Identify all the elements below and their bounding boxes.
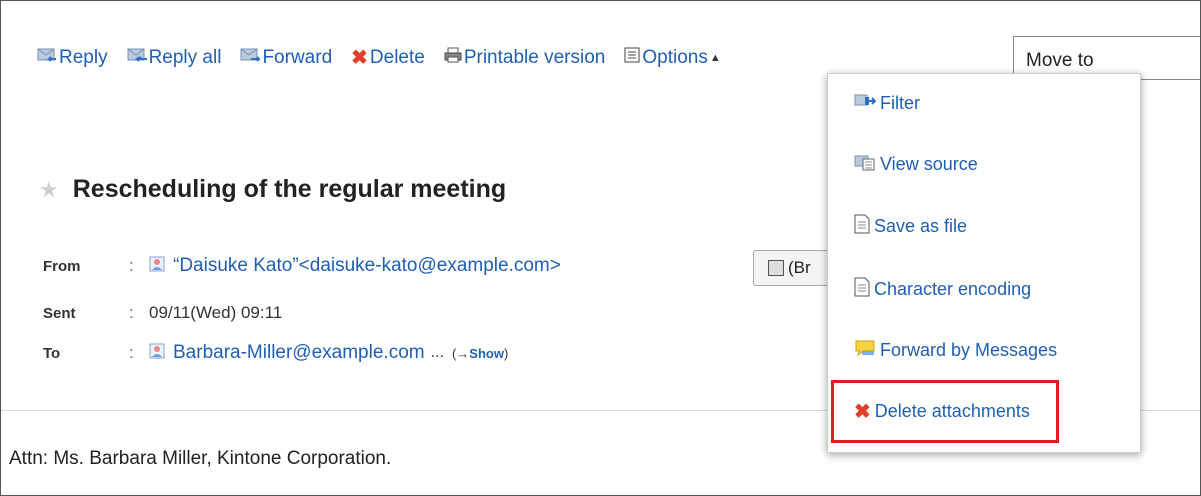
printer-icon — [444, 47, 462, 69]
sent-label: Sent — [43, 304, 76, 322]
menu-item-filter-label: Filter — [880, 93, 920, 113]
reply-button[interactable]: Reply — [37, 47, 108, 69]
show-suffix: ) — [503, 345, 509, 361]
menu-item-save-as-file[interactable]: Save as file — [854, 214, 967, 239]
delete-attachments-highlight-box — [831, 380, 1059, 443]
to-more-ellipsis: ... — [430, 344, 444, 361]
sent-row: Sent : 09/11(Wed) 09:11 — [43, 303, 282, 323]
menu-item-forward-by-messages[interactable]: Forward by Messages — [854, 339, 1057, 362]
forward-icon — [240, 47, 262, 69]
menu-item-character-encoding[interactable]: Character encoding — [854, 277, 1031, 302]
reply-all-icon — [127, 47, 147, 69]
caret-up-icon: ▲ — [709, 52, 721, 64]
speech-bubble-icon — [854, 339, 876, 362]
menu-item-view-source[interactable]: View source — [854, 153, 978, 176]
to-address-link[interactable]: Barbara-Miller@example.com — [173, 342, 425, 364]
calendar-icon — [768, 260, 784, 276]
menu-item-filter[interactable]: Filter — [854, 92, 920, 115]
sent-value: 09/11(Wed) 09:11 — [149, 303, 283, 322]
printable-version-label: Printable version — [463, 47, 606, 68]
sent-separator: : — [129, 303, 134, 322]
add-contact-icon[interactable] — [149, 343, 173, 364]
menu-item-forward-by-messages-label: Forward by Messages — [880, 340, 1058, 360]
from-label: From — [43, 257, 81, 275]
delete-label: Delete — [369, 47, 425, 68]
reply-all-label: Reply all — [148, 47, 222, 68]
browse-label: (Br — [788, 258, 811, 277]
options-label: Options — [642, 47, 708, 68]
message-subject: ★ Rescheduling of the regular meeting — [39, 175, 506, 204]
show-recipients-link[interactable]: (→Show) — [452, 346, 508, 361]
options-button[interactable]: Options ▲ — [624, 47, 721, 69]
to-row: To : Barbara-Miller@example.com ... (→Sh… — [43, 342, 508, 364]
filter-icon — [854, 92, 877, 115]
forward-button[interactable]: Forward — [240, 47, 332, 69]
menu-item-save-as-file-label: Save as file — [874, 216, 968, 236]
move-to-value: Move to — [1026, 50, 1094, 71]
to-label: To — [43, 344, 61, 362]
reply-all-button[interactable]: Reply all — [127, 47, 222, 69]
delete-button[interactable]: ✖ Delete — [351, 47, 425, 69]
from-address-link[interactable]: “Daisuke Kato”<daisuke-kato@example.com> — [173, 255, 561, 277]
show-prefix: (→ — [451, 345, 470, 361]
add-contact-icon[interactable] — [149, 256, 173, 277]
view-source-icon — [854, 153, 876, 176]
reply-icon — [37, 47, 57, 69]
forward-label: Forward — [262, 47, 333, 68]
mail-view-window: Reply Reply all Forward ✖ Delete Printab… — [0, 0, 1201, 496]
from-row: From : “Daisuke Kato”<daisuke-kato@examp… — [43, 255, 561, 277]
from-separator: : — [129, 256, 134, 275]
message-body: Attn: Ms. Barbara Miller, Kintone Corpor… — [9, 448, 392, 469]
reply-label: Reply — [59, 47, 108, 68]
to-separator: : — [129, 343, 134, 362]
printable-version-button[interactable]: Printable version — [444, 47, 606, 69]
document-icon — [854, 277, 870, 302]
document-icon — [854, 214, 870, 239]
delete-x-icon: ✖ — [351, 47, 368, 69]
subject-title: Rescheduling of the regular meeting — [72, 175, 507, 203]
menu-item-character-encoding-label: Character encoding — [874, 279, 1032, 299]
star-icon[interactable]: ★ — [39, 177, 59, 203]
message-toolbar: Reply Reply all Forward ✖ Delete Printab… — [37, 43, 740, 73]
browse-button[interactable]: (Br — [753, 250, 833, 286]
options-list-icon — [624, 47, 640, 69]
show-label: Show — [469, 345, 504, 361]
menu-item-view-source-label: View source — [880, 154, 978, 174]
